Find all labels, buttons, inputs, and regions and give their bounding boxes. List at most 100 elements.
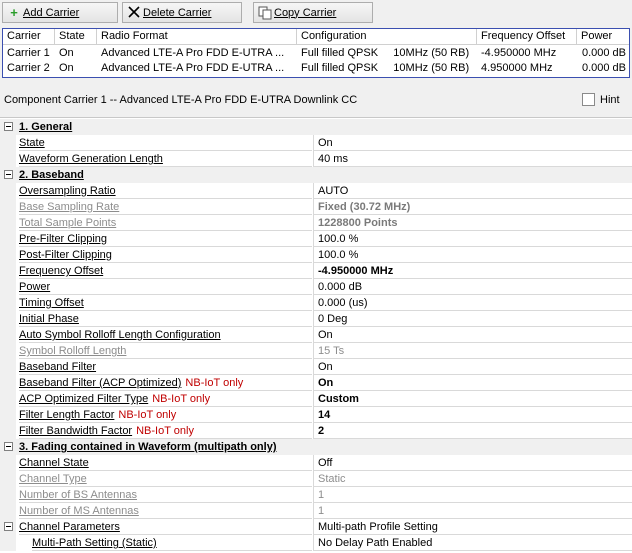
prop-baseband-filter-acp[interactable]: Baseband Filter (ACP Optimized) NB-IoT on… [0,375,632,391]
row-gutter [0,247,16,263]
col-carrier[interactable]: Carrier [3,29,55,45]
prop-base-sampling-rate: Base Sampling Rate Fixed (30.72 MHz) [0,199,632,215]
prop-label: Pre-Filter Clipping [19,233,108,245]
prop-value[interactable]: On [313,375,632,391]
component-carrier-title: Component Carrier 1 -- Advanced LTE-A Pr… [4,94,358,106]
section-general[interactable]: 1. General [0,119,632,135]
prop-name: Post-Filter Clipping [19,247,312,263]
row-gutter [0,519,16,535]
prop-waveform-generation-length[interactable]: Waveform Generation Length 40 ms [0,151,632,167]
prop-value[interactable]: -4.950000 MHz [313,263,632,279]
carrier-table[interactable]: Carrier State Radio Format Configuration… [2,28,630,78]
property-grid: 1. General State On Waveform Generation … [0,117,632,553]
prop-timing-offset[interactable]: Timing Offset 0.000 (us) [0,295,632,311]
prop-name: Baseband Filter (ACP Optimized) NB-IoT on… [19,375,312,391]
prop-auto-symbol-rolloff[interactable]: Auto Symbol Rolloff Length Configuration… [0,327,632,343]
col-state[interactable]: State [55,29,97,45]
prop-power[interactable]: Power 0.000 dB [0,279,632,295]
collapse-icon[interactable] [4,522,13,531]
prop-name: Filter Length Factor NB-IoT only [19,407,312,423]
prop-value: 15 Ts [313,343,632,359]
row-gutter [0,407,16,423]
prop-channel-state[interactable]: Channel State Off [0,455,632,471]
prop-ms-antennas: Number of MS Antennas 1 [0,503,632,519]
prop-label: Channel Type [19,473,87,485]
row-gutter [0,455,16,471]
table-row[interactable]: Carrier 1 On Advanced LTE-A Pro FDD E-UT… [3,46,629,61]
row-gutter [0,183,16,199]
section-baseband[interactable]: 2. Baseband [0,167,632,183]
prop-name: Initial Phase [19,311,312,327]
prop-baseband-filter[interactable]: Baseband Filter On [0,359,632,375]
collapse-icon[interactable] [4,170,13,179]
col-radio-format[interactable]: Radio Format [97,29,297,45]
prop-value[interactable]: 0 Deg [313,311,632,327]
cell-radio-format: Advanced LTE-A Pro FDD E-UTRA ... [101,47,285,59]
prop-label: Frequency Offset [19,265,104,277]
prop-state[interactable]: State On [0,135,632,151]
prop-acp-filter-type[interactable]: ACP Optimized Filter Type NB-IoT only Cus… [0,391,632,407]
prop-name: Filter Bandwidth Factor NB-IoT only [19,423,312,439]
hint-checkbox[interactable]: Hint [582,93,620,106]
prop-value[interactable]: On [313,327,632,343]
prop-value[interactable]: 14 [313,407,632,423]
row-gutter [0,535,16,551]
add-carrier-button[interactable]: + Add Carrier [2,2,118,23]
prop-initial-phase[interactable]: Initial Phase 0 Deg [0,311,632,327]
prop-pre-filter-clipping[interactable]: Pre-Filter Clipping 100.0 % [0,231,632,247]
prop-name: Oversampling Ratio [19,183,312,199]
prop-filter-bandwidth-factor[interactable]: Filter Bandwidth Factor NB-IoT only 2 [0,423,632,439]
prop-total-sample-points: Total Sample Points 1228800 Points [0,215,632,231]
prop-value: 1 [313,503,632,519]
prop-name: Multi-Path Setting (Static) [32,535,312,551]
col-power[interactable]: Power [577,29,629,45]
prop-value[interactable]: No Delay Path Enabled [313,535,632,551]
prop-value[interactable]: On [313,135,632,151]
prop-value[interactable]: Multi-path Profile Setting [313,519,632,535]
row-gutter [0,263,16,279]
nb-iot-note: NB-IoT only [185,377,244,389]
prop-name: Baseband Filter [19,359,312,375]
delete-carrier-button[interactable]: Delete Carrier [122,2,242,23]
prop-value[interactable]: Off [313,455,632,471]
table-row[interactable]: Carrier 2 On Advanced LTE-A Pro FDD E-UT… [3,61,629,76]
prop-label: Number of BS Antennas [19,489,138,501]
collapse-icon[interactable] [4,442,13,451]
prop-label: Filter Bandwidth Factor [19,425,133,437]
prop-value[interactable]: Custom [313,391,632,407]
prop-label: Baseband Filter (ACP Optimized) [19,377,182,389]
prop-channel-parameters[interactable]: Channel Parameters Multi-path Profile Se… [0,519,632,535]
prop-value[interactable]: On [313,359,632,375]
prop-oversampling-ratio[interactable]: Oversampling Ratio AUTO [0,183,632,199]
row-gutter [0,503,16,519]
section-fading[interactable]: 3. Fading contained in Waveform (multipa… [0,439,632,455]
nb-iot-note: NB-IoT only [152,393,211,405]
prop-label: Baseband Filter [19,361,97,373]
carrier-table-header: Carrier State Radio Format Configuration… [3,29,629,45]
prop-multi-path-setting[interactable]: Multi-Path Setting (Static) No Delay Pat… [0,535,632,551]
prop-post-filter-clipping[interactable]: Post-Filter Clipping 100.0 % [0,247,632,263]
hint-checkbox-box[interactable] [582,93,595,106]
prop-name: State [19,135,312,151]
prop-value[interactable]: 0.000 dB [313,279,632,295]
prop-value[interactable]: 100.0 % [313,231,632,247]
section-title: 2. Baseband [19,169,84,181]
prop-value[interactable]: 40 ms [313,151,632,167]
collapse-icon[interactable] [4,122,13,131]
prop-label: Auto Symbol Rolloff Length Configuration [19,329,221,341]
prop-value[interactable]: 0.000 (us) [313,295,632,311]
copy-carrier-button[interactable]: Copy Carrier [253,2,373,23]
prop-bs-antennas: Number of BS Antennas 1 [0,487,632,503]
prop-filter-length-factor[interactable]: Filter Length Factor NB-IoT only 14 [0,407,632,423]
prop-value[interactable]: AUTO [313,183,632,199]
prop-label: State [19,137,45,149]
prop-value[interactable]: 2 [313,423,632,439]
prop-frequency-offset[interactable]: Frequency Offset -4.950000 MHz [0,263,632,279]
prop-name: Waveform Generation Length [19,151,312,167]
cell-configuration: Full filled QPSK 10MHz (50 RB) [301,47,470,59]
prop-value[interactable]: 100.0 % [313,247,632,263]
prop-name: Number of BS Antennas [19,487,312,503]
col-frequency-offset[interactable]: Frequency Offset [477,29,577,45]
row-gutter [0,151,16,167]
col-configuration[interactable]: Configuration [297,29,477,45]
